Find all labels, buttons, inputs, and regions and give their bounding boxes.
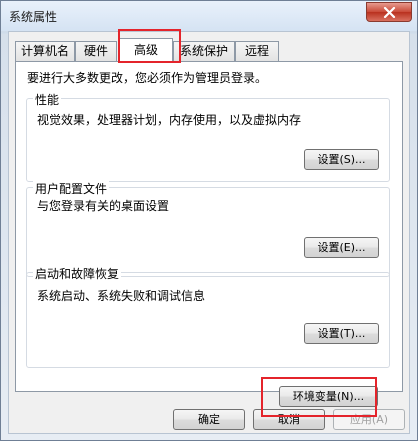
admin-notice: 要进行大多数更改，您必须作为管理员登录。 (27, 71, 268, 85)
performance-description: 视觉效果，处理器计划，内存使用，以及虚拟内存 (37, 113, 302, 127)
tab-computer-name[interactable]: 计算机名 (15, 41, 75, 61)
close-button[interactable] (366, 2, 412, 22)
startup-recovery-settings-button[interactable]: 设置(T)... (304, 323, 379, 344)
performance-settings-button[interactable]: 设置(S)... (304, 149, 379, 170)
cancel-button[interactable]: 取消 (253, 409, 325, 430)
advanced-tab-page: 要进行大多数更改，您必须作为管理员登录。 性能 视觉效果，处理器计划，内存使用，… (15, 61, 403, 407)
performance-group: 性能 视觉效果，处理器计划，内存使用，以及虚拟内存 设置(S)... (26, 91, 390, 182)
user-profiles-title: 用户配置文件 (33, 180, 110, 197)
user-profiles-settings-button[interactable]: 设置(E)... (304, 237, 379, 258)
close-icon (383, 7, 396, 18)
tab-hardware[interactable]: 硬件 (75, 41, 117, 61)
startup-recovery-description: 系统启动、系统失败和调试信息 (37, 289, 206, 303)
tab-remote[interactable]: 远程 (235, 41, 279, 61)
tab-advanced[interactable]: 高级 (119, 38, 173, 63)
startup-recovery-title: 启动和故障恢复 (33, 265, 122, 282)
apply-button[interactable]: 应用(A) (333, 409, 405, 430)
performance-title: 性能 (33, 91, 62, 108)
title-bar[interactable]: 系统属性 (1, 1, 417, 31)
tab-system-protection[interactable]: 系统保护 (173, 41, 235, 61)
user-profiles-group: 用户配置文件 与您登录有关的桌面设置 设置(E)... (26, 180, 390, 277)
system-properties-window: 系统属性 计算机名 硬件 高级 系统保护 远程 要进行大多数更改，您必须作为管理… (0, 0, 418, 441)
dialog-client-area: 计算机名 硬件 高级 系统保护 远程 要进行大多数更改，您必须作为管理员登录。 … (8, 29, 410, 434)
window-title: 系统属性 (9, 10, 58, 24)
ok-button[interactable]: 确定 (173, 409, 245, 430)
user-profiles-description: 与您登录有关的桌面设置 (37, 199, 170, 213)
startup-recovery-group: 启动和故障恢复 系统启动、系统失败和调试信息 设置(T)... (26, 265, 390, 368)
environment-variables-button[interactable]: 环境变量(N)... (279, 386, 378, 407)
